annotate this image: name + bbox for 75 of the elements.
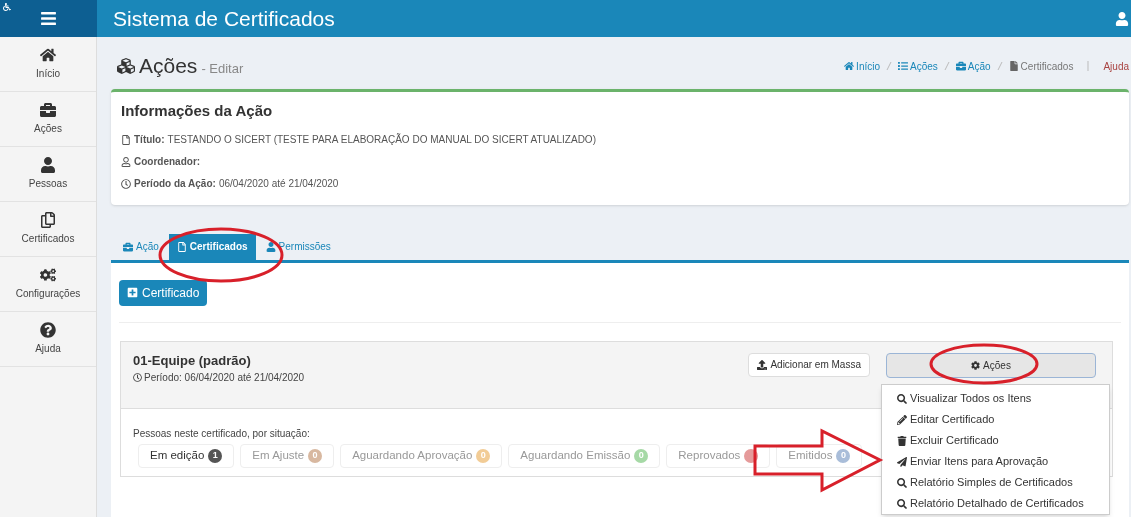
breadcrumb-separator <box>943 61 950 71</box>
field-label: Coordenador: <box>134 155 201 169</box>
user-icon <box>121 156 131 167</box>
menu-icon[interactable] <box>40 10 57 27</box>
accessibility-icon[interactable] <box>3 3 11 11</box>
breadcrumb-link[interactable]: Ações <box>898 58 938 74</box>
search-icon <box>897 498 907 509</box>
sidebar-item[interactable]: Configurações <box>0 257 96 312</box>
briefcase-icon <box>40 102 56 118</box>
count-badge: 0 <box>836 448 851 463</box>
breadcrumb-link[interactable]: Ação <box>955 58 991 74</box>
sidebar-item[interactable]: Ações <box>0 92 96 147</box>
help-link[interactable]: Ajuda <box>1103 58 1129 74</box>
status-chip[interactable]: Em edição 1 <box>138 443 235 468</box>
search-icon <box>897 477 907 488</box>
sidebar-item[interactable]: Certificados <box>0 202 96 257</box>
count-badge: 1 <box>208 448 223 463</box>
menu-item[interactable]: Editar Certificado <box>882 409 1109 430</box>
status-caption: Pessoas neste certificado, por situação: <box>133 426 310 441</box>
pencil-icon <box>897 414 907 425</box>
gears-icon <box>40 267 56 283</box>
clock-icon <box>121 178 131 189</box>
file-icon <box>1008 61 1019 71</box>
tab[interactable]: Permissões <box>257 233 339 260</box>
count-badge: 0 <box>634 448 649 463</box>
card-title: Informações da Ação <box>121 101 274 121</box>
breadcrumb-separator <box>996 61 1003 71</box>
file-icon <box>176 241 187 252</box>
sidebar-item[interactable]: Início <box>0 37 96 92</box>
search-icon <box>897 393 907 404</box>
file-icon <box>121 134 131 145</box>
tab[interactable]: Certificados <box>168 233 256 260</box>
paper-plane-icon <box>897 456 907 467</box>
mass-add-button[interactable]: Adicionar em Massa <box>748 352 870 377</box>
certificate-name: 01-Equipe (padrão) <box>133 351 252 370</box>
upload-icon <box>757 359 768 370</box>
breadcrumb-link[interactable]: Certificados <box>1008 58 1074 74</box>
certificate-period: Período: 06/04/2020 até 21/04/2020 <box>144 371 305 385</box>
briefcase-icon <box>123 241 133 252</box>
field-value: 06/04/2020 até 21/04/2020 <box>218 177 339 191</box>
app-title: Sistema de Certificados <box>113 5 335 32</box>
gear-icon <box>971 360 981 370</box>
clock-icon <box>133 373 142 382</box>
actions-button[interactable]: Ações <box>886 352 1096 378</box>
user-icon <box>265 241 276 252</box>
home-icon <box>40 47 56 63</box>
sidebar-item[interactable]: Ajuda <box>0 312 96 367</box>
menu-item[interactable]: Visualizar Todos os Itens <box>882 388 1109 409</box>
field-label: Título: <box>134 133 165 147</box>
menu-item[interactable]: Excluir Certificado <box>882 430 1109 451</box>
cubes-icon <box>117 57 135 75</box>
count-badge: 0 <box>476 448 491 463</box>
sidebar-item[interactable]: Pessoas <box>0 147 96 202</box>
question-icon <box>40 322 56 338</box>
page-subtitle: - Editar <box>201 59 244 78</box>
list-icon <box>898 61 908 71</box>
user-icon <box>40 157 56 173</box>
plus-icon <box>127 287 138 298</box>
add-certificate-button[interactable]: Certificado <box>119 279 208 306</box>
trash-icon <box>897 435 907 446</box>
copy-icon <box>40 212 56 228</box>
count-badge: 0 <box>308 448 323 463</box>
page-title: Ações <box>139 53 198 80</box>
menu-item[interactable]: Enviar Itens para Aprovação <box>882 451 1109 472</box>
menu-item[interactable]: Relatório Detalhado de Certificados <box>882 493 1109 514</box>
breadcrumb-separator <box>886 61 892 71</box>
field-label: Período da Ação: <box>134 177 216 191</box>
briefcase-icon <box>955 61 966 71</box>
user-icon[interactable] <box>1115 11 1129 26</box>
menu-item[interactable]: Relatório Simples de Certificados <box>882 472 1109 493</box>
breadcrumb-separator <box>1085 61 1092 71</box>
field-value: TESTANDO O SICERT (TESTE PARA ELABORAÇÃO DO MANUAL DO SICERT ATUALIZADO) <box>167 132 596 147</box>
tab[interactable]: Ação <box>115 233 167 260</box>
breadcrumb-link[interactable]: Início <box>844 58 880 74</box>
home-icon <box>844 61 855 71</box>
